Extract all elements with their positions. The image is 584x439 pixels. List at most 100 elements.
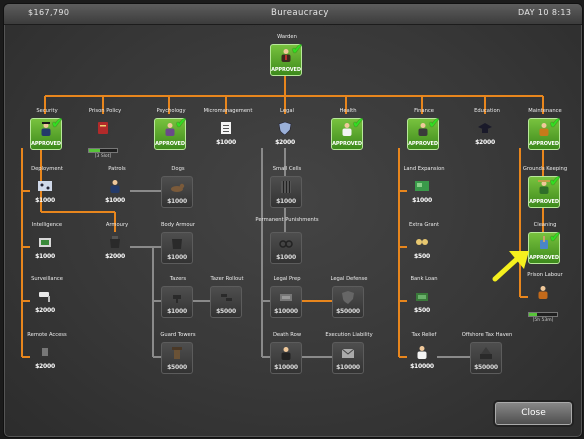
- node-button[interactable]: $5000: [210, 286, 242, 318]
- progress-fill: [529, 313, 538, 316]
- node-button[interactable]: $5000: [161, 342, 193, 374]
- node-cost: APPROVED: [529, 141, 559, 147]
- node-button[interactable]: $2000: [30, 342, 60, 372]
- node-button[interactable]: $1000: [161, 232, 193, 264]
- node-warden[interactable]: Warden APPROVED ✔: [256, 34, 318, 86]
- node-cost: $10000: [410, 363, 434, 370]
- node-cost: $1000: [35, 197, 55, 204]
- node-label: Dogs: [171, 166, 185, 172]
- node-cost: APPROVED: [408, 141, 438, 147]
- node-cost: $10000: [274, 364, 298, 371]
- node-cost: $2000: [105, 253, 125, 260]
- node-micromanagement[interactable]: Micromanagement $1000: [197, 108, 259, 160]
- node-button[interactable]: $1000: [211, 118, 241, 148]
- checkmark-icon: ✔: [291, 40, 304, 58]
- node-button[interactable]: $50000: [332, 286, 364, 318]
- node-button[interactable]: $1000: [270, 232, 302, 264]
- node-button[interactable]: $2000: [30, 286, 60, 316]
- node-armoury[interactable]: Armoury $2000: [86, 222, 148, 274]
- node-button[interactable]: [528, 282, 558, 312]
- node-deployment[interactable]: Deployment $1000: [16, 166, 78, 218]
- node-permanent-punishments[interactable]: Permanent Punishments $1000: [255, 217, 319, 274]
- node-label: Small Cells: [272, 166, 302, 172]
- node-guard-towers[interactable]: Guard Towers $5000: [147, 332, 209, 384]
- node-cost: $5000: [167, 364, 187, 371]
- node-remote-access[interactable]: Remote Access $2000: [16, 332, 78, 384]
- node-death-row[interactable]: Death Row $10000: [256, 332, 318, 384]
- node-bank-loan[interactable]: Bank Loan $500: [393, 276, 455, 328]
- node-intelligence[interactable]: Intelligence $1000: [16, 222, 78, 274]
- node-cost: $2000: [275, 139, 295, 146]
- node-small-cells[interactable]: Small Cells $1000: [256, 166, 318, 218]
- node-button[interactable]: $10000: [270, 286, 302, 318]
- node-legal-prep[interactable]: Legal Prep $10000: [256, 276, 318, 328]
- node-button[interactable]: $1000: [270, 176, 302, 208]
- node-button[interactable]: $500: [407, 232, 437, 262]
- pointer-arrow-icon: [492, 251, 529, 282]
- node-finance[interactable]: Finance APPROVED ✔: [393, 108, 455, 160]
- node-cost: $500: [414, 253, 430, 260]
- node-cost: $1000: [276, 254, 296, 261]
- research-progress-bar: [528, 312, 558, 317]
- node-button[interactable]: $50000: [470, 342, 502, 374]
- node-label: Land Expansion: [403, 166, 445, 172]
- node-button[interactable]: $1000: [30, 176, 60, 206]
- node-cost: $10000: [274, 308, 298, 315]
- checkmark-icon: ✔: [51, 114, 64, 132]
- node-legal[interactable]: Legal $2000: [256, 108, 318, 160]
- node-label: Grounds Keeping: [522, 166, 568, 172]
- node-cost: $2000: [35, 307, 55, 314]
- bureaucracy-window: $167,790 Bureaucracy DAY 10 8:13 Warden A…: [3, 3, 583, 438]
- node-execution-liability[interactable]: Execution Liability $10000: [318, 332, 380, 384]
- node-security[interactable]: Security APPROVED ✔: [16, 108, 78, 160]
- node-grounds-keeping[interactable]: Grounds Keeping APPROVED ✔: [514, 166, 576, 218]
- node-cost: $50000: [336, 308, 360, 315]
- node-button[interactable]: $2000: [270, 118, 300, 148]
- node-body-armour[interactable]: Body Armour $1000: [147, 222, 209, 274]
- node-button[interactable]: $10000: [270, 342, 302, 374]
- checkmark-icon: ✔: [428, 114, 441, 132]
- node-cost: $1000: [167, 198, 187, 205]
- node-patrols[interactable]: Patrols $1000: [86, 166, 148, 218]
- node-tazer-rollout[interactable]: Tazer Rollout $5000: [196, 276, 258, 328]
- node-label: Remote Access: [27, 332, 67, 338]
- checkmark-icon: ✔: [549, 172, 562, 190]
- node-button[interactable]: $2000: [100, 232, 130, 262]
- node-surveillance[interactable]: Surveillance $2000: [16, 276, 78, 328]
- node-land-expansion[interactable]: Land Expansion $1000: [393, 166, 455, 218]
- node-cost: $1000: [167, 308, 187, 315]
- node-button[interactable]: $500: [407, 286, 437, 316]
- node-cost: APPROVED: [332, 141, 362, 147]
- node-button[interactable]: $1000: [161, 176, 193, 208]
- node-button[interactable]: $1000: [161, 286, 193, 318]
- node-button[interactable]: [88, 118, 118, 148]
- node-legal-defense[interactable]: Legal Defense $50000: [318, 276, 380, 328]
- node-button[interactable]: $1000: [30, 232, 60, 262]
- checkmark-icon: ✔: [549, 114, 562, 132]
- close-button[interactable]: Close: [493, 400, 574, 427]
- checkmark-icon: ✔: [175, 114, 188, 132]
- research-progress-bar: [88, 148, 118, 153]
- node-cost: APPROVED: [529, 255, 559, 261]
- node-health[interactable]: Health APPROVED ✔: [317, 108, 379, 160]
- node-cost: $1000: [105, 197, 125, 204]
- node-extra-grant[interactable]: Extra Grant $500: [393, 222, 455, 274]
- node-cost: $1000: [35, 253, 55, 260]
- node-button[interactable]: $10000: [332, 342, 364, 374]
- node-button[interactable]: $10000: [407, 342, 437, 372]
- node-tax-relief[interactable]: Tax Relief $10000: [393, 332, 455, 384]
- node-offshore-tax-haven[interactable]: Offshore Tax Haven $50000: [456, 332, 518, 384]
- node-button[interactable]: $1000: [407, 176, 437, 206]
- node-cost: $1000: [412, 197, 432, 204]
- node-education[interactable]: Education $2000: [456, 108, 518, 160]
- node-button[interactable]: $2000: [470, 118, 500, 148]
- node-dogs[interactable]: Dogs $1000: [147, 166, 209, 218]
- node-prison-policy[interactable]: Prison Policy [3 Slot]: [74, 108, 136, 160]
- node-maintenance[interactable]: Maintenance APPROVED ✔: [514, 108, 576, 160]
- node-cost: $50000: [474, 364, 498, 371]
- node-psychology[interactable]: Psychology APPROVED ✔: [140, 108, 202, 160]
- node-label: Body Armour: [161, 222, 195, 228]
- node-cost: APPROVED: [31, 141, 61, 147]
- node-button[interactable]: $1000: [100, 176, 130, 206]
- node-label: Permanent Punishments: [255, 217, 319, 223]
